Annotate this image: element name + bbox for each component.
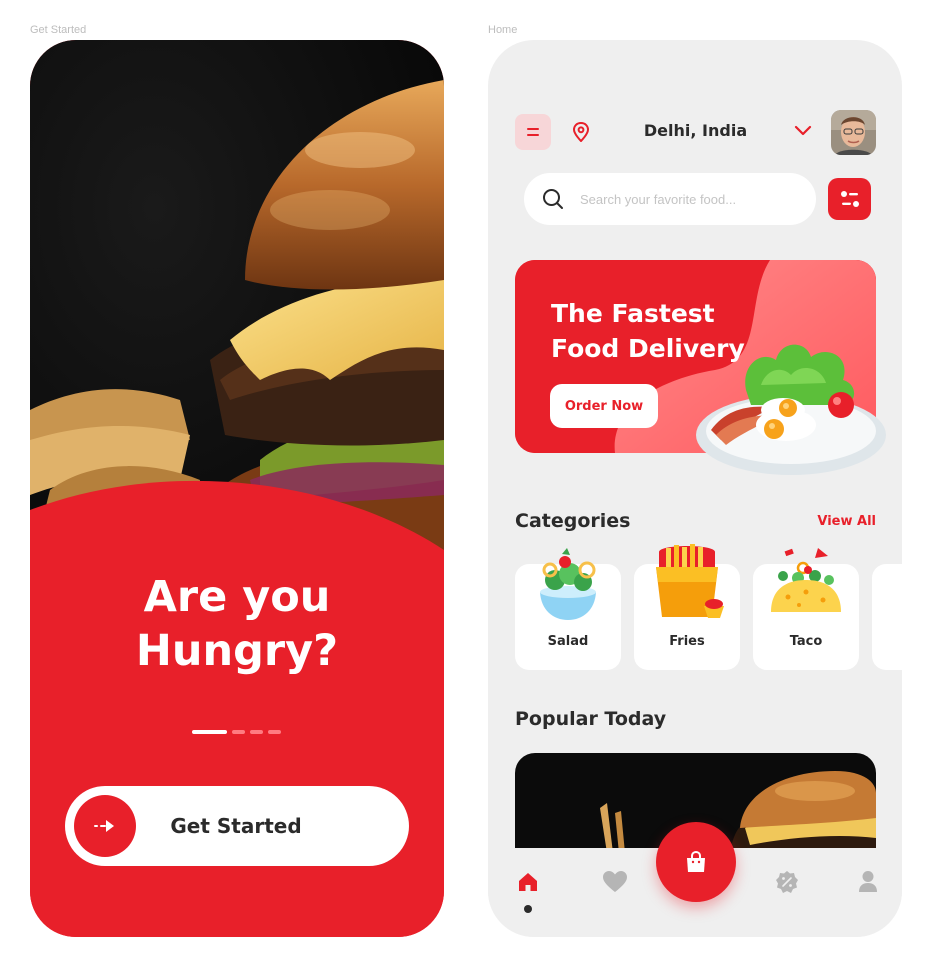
filter-icon [840,191,859,207]
category-card-taco[interactable]: Taco [753,548,859,670]
fries-icon [656,544,724,618]
hero-title: Are you Hungry? [30,570,444,678]
menu-icon [527,128,539,130]
active-indicator [524,905,532,913]
view-all-link[interactable]: View All [817,514,876,529]
hero-title-line2: Hungry? [135,626,339,676]
onboarding-pager [192,730,281,734]
pager-dot[interactable] [268,730,281,734]
filter-button[interactable] [828,178,871,220]
avatar[interactable] [831,110,876,155]
category-card-fries[interactable]: Fries [634,544,740,670]
salad-icon [540,548,596,620]
banner-title-line1: The Fastest [551,299,715,328]
search-bar [524,173,816,225]
location-label[interactable]: Delhi, India [608,120,783,142]
category-card-salad[interactable]: Salad [515,548,621,670]
get-started-label: Get Started [170,814,302,838]
chevron-down-icon[interactable] [794,125,812,137]
menu-icon [527,134,539,136]
arrow-right-icon [94,820,114,832]
heart-icon[interactable] [602,870,628,894]
home-screen: Delhi, India Search your favorite food..… [488,40,902,937]
location-pin-icon [572,122,590,142]
red-curve-panel [30,480,444,937]
category-label: Salad [547,634,589,649]
get-started-circle [74,795,136,857]
get-started-button[interactable]: Get Started [65,786,409,866]
frame-label-home: Home [488,24,518,36]
pager-dot-active[interactable] [192,730,227,734]
taco-icon [771,548,841,612]
category-label: Taco [789,634,823,649]
category-card-partial[interactable] [872,564,902,670]
avatar-image [831,110,876,155]
get-started-screen: Are you Hungry? Get Started [30,40,444,937]
breakfast-plate-illustration [696,344,886,475]
search-icon [543,189,563,209]
category-label: Fries [669,634,705,649]
search-input[interactable] [580,173,800,225]
home-icon[interactable] [516,870,540,894]
cart-button[interactable] [656,822,736,902]
discount-icon[interactable] [775,870,799,894]
profile-icon[interactable] [858,870,878,894]
categories-title: Categories [515,510,631,532]
pager-dot[interactable] [232,730,245,734]
cart-icon [687,850,705,872]
popular-today-title: Popular Today [515,708,667,730]
frame-label-get-started: Get Started [30,24,87,36]
hero-title-line1: Are you [143,572,331,622]
pager-dot[interactable] [250,730,263,734]
order-now-button[interactable]: Order Now [550,384,658,428]
menu-button[interactable] [515,114,551,150]
